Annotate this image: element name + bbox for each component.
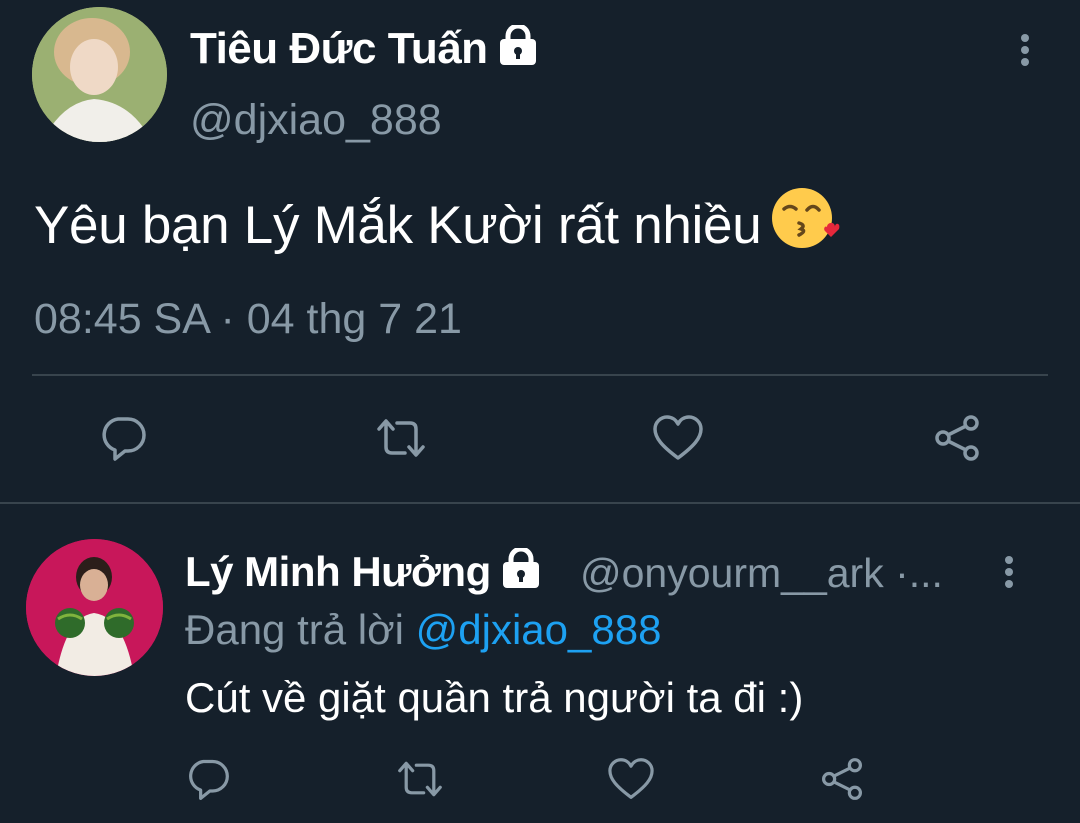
retweet-icon[interactable] xyxy=(390,749,450,809)
share-icon[interactable] xyxy=(927,408,987,468)
reply-icon[interactable] xyxy=(178,749,238,809)
user-handle[interactable]: @djxiao_888 xyxy=(190,96,442,145)
replying-to: Đang trả lời @djxiao_888 xyxy=(185,606,662,653)
profile-photo xyxy=(26,539,163,676)
display-name[interactable]: Tiêu Đức Tuấn xyxy=(190,23,540,76)
reply-icon[interactable] xyxy=(93,408,153,468)
like-icon[interactable] xyxy=(601,749,661,809)
avatar[interactable] xyxy=(32,7,167,142)
lock-icon xyxy=(499,546,543,598)
more-options-icon[interactable] xyxy=(1008,34,1042,70)
kiss-emoji-icon xyxy=(771,187,841,262)
lock-icon xyxy=(496,23,540,76)
divider xyxy=(32,374,1048,376)
tweet-text: Yêu bạn Lý Mắk Kười rất nhiều xyxy=(34,187,841,262)
reply-avatar[interactable] xyxy=(26,539,163,676)
mention-link[interactable]: @djxiao_888 xyxy=(416,606,662,653)
tweet-separator xyxy=(0,502,1080,504)
retweet-icon[interactable] xyxy=(371,408,431,468)
tweet-timestamp[interactable]: 08:45 SA · 04 thg 7 21 xyxy=(34,295,462,344)
reply-tweet-text: Cút về giặt quần trả người ta đi :) xyxy=(185,674,804,721)
reply-user-handle[interactable]: @onyourm__ark ·... xyxy=(580,550,943,597)
reply-display-name[interactable]: Lý Minh Hưởng xyxy=(185,546,543,598)
share-icon[interactable] xyxy=(812,749,872,809)
like-icon[interactable] xyxy=(648,408,708,468)
profile-photo xyxy=(32,7,167,142)
more-options-icon[interactable] xyxy=(996,556,1022,592)
